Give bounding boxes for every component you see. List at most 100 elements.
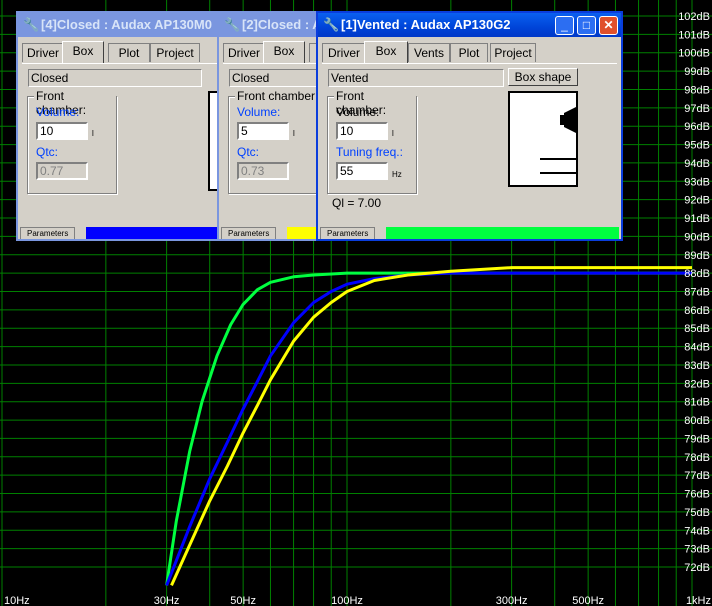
tab-box[interactable]: Box [364, 41, 408, 63]
front-chamber-group: Front chamber: Volume: 5 l Qtc: 0.73 [228, 89, 325, 194]
window-title: [1]Vented : Audax AP130G2 [341, 17, 511, 32]
y-tick-label: 84dB [684, 342, 710, 354]
tab-plot[interactable]: Plot [450, 43, 488, 62]
y-tick-label: 92dB [684, 195, 710, 207]
wrench-icon: 🔧 [323, 17, 340, 32]
y-tick-label: 99dB [684, 66, 710, 78]
y-tick-label: 79dB [684, 433, 710, 445]
box-type-field: Closed [229, 69, 325, 87]
tuning-freq-input[interactable]: 55 [336, 162, 388, 180]
minimize-icon[interactable]: _ [555, 16, 574, 35]
y-tick-label: 87dB [684, 287, 710, 299]
y-tick-label: 73dB [684, 544, 710, 556]
y-tick-label: 75dB [684, 507, 710, 519]
status-bar: Parameters [320, 227, 619, 239]
window-titlebar[interactable]: 🔧[2]Closed : Audax AP130M0 [219, 13, 325, 37]
y-tick-label: 100dB [678, 48, 710, 60]
volume-input[interactable]: 10 [336, 122, 388, 140]
tuning-freq-unit: Hz [392, 170, 402, 179]
x-tick-label: 1kHz [686, 595, 711, 606]
box-type-field: Closed [28, 69, 202, 87]
window-titlebar[interactable]: 🔧 [4]Closed : Audax AP130M0 [18, 13, 236, 37]
qtc-input: 0.73 [237, 162, 289, 180]
y-tick-label: 88dB [684, 268, 710, 280]
window-title: [2]Closed : Audax AP130M0 [242, 17, 325, 32]
y-tick-label: 72dB [684, 562, 710, 574]
tab-project[interactable]: Project [490, 43, 536, 62]
y-tick-label: 94dB [684, 158, 710, 170]
y-tick-label: 102dB [678, 11, 710, 23]
maximize-icon[interactable]: □ [577, 16, 596, 35]
x-tick-label: 100Hz [331, 595, 363, 606]
series-color-indicator [86, 227, 234, 239]
y-tick-label: 101dB [678, 29, 710, 41]
front-chamber-group: Front chamber: Volume: 10 l Tuning freq.… [327, 89, 417, 194]
box-window-2[interactable]: 🔧[2]Closed : Audax AP130M0 Driver Box Pl… [217, 11, 327, 241]
tab-plot[interactable]: Plot [108, 43, 150, 62]
x-axis-labels: 10Hz 30Hz 50Hz 100Hz 300Hz 500Hz 1kHz [4, 595, 711, 606]
y-tick-label: 91dB [684, 213, 710, 225]
x-tick-label: 50Hz [230, 595, 256, 606]
tab-driver[interactable]: Driver [223, 43, 265, 62]
y-tick-label: 83dB [684, 360, 710, 372]
y-tick-label: 80dB [684, 415, 710, 427]
box-window-1[interactable]: 🔧 [1]Vented : Audax AP130G2 _ □ ✕ Driver … [316, 11, 623, 241]
box-type-field: Vented [328, 69, 504, 87]
y-tick-label: 98dB [684, 84, 710, 96]
tab-driver[interactable]: Driver [322, 43, 366, 62]
volume-label: Volume: [237, 105, 281, 119]
volume-input[interactable]: 10 [36, 122, 88, 140]
status-label: Parameters [20, 227, 76, 239]
qtc-label: Qtc: [36, 145, 59, 159]
volume-unit: l [92, 129, 94, 138]
box-shape-preview [508, 91, 578, 187]
y-tick-label: 95dB [684, 140, 710, 152]
y-tick-label: 81dB [684, 397, 710, 409]
y-tick-label: 93dB [684, 176, 710, 188]
panel-divider [322, 63, 617, 64]
window-titlebar[interactable]: 🔧 [1]Vented : Audax AP130G2 [318, 13, 621, 37]
panel-divider [22, 63, 232, 64]
y-tick-label: 96dB [684, 121, 710, 133]
y-tick-label: 89dB [684, 250, 710, 262]
series-line-3 [170, 266, 692, 587]
box-shape-button[interactable]: Box shape [508, 68, 578, 86]
qtc-input: 0.77 [36, 162, 88, 180]
volume-label: Volume: [336, 105, 380, 119]
x-tick-label: 500Hz [572, 595, 604, 606]
y-tick-label: 85dB [684, 323, 710, 335]
box-window-4[interactable]: 🔧 [4]Closed : Audax AP130M0 Driver Box Pl… [16, 11, 238, 241]
volume-input[interactable]: 5 [237, 122, 289, 140]
qtc-label: Qtc: [237, 145, 260, 159]
volume-unit: l [392, 129, 394, 138]
tab-vents[interactable]: Vents [408, 43, 450, 62]
y-tick-label: 97dB [684, 103, 710, 115]
tuning-freq-label: Tuning freq.: [336, 145, 403, 159]
x-tick-label: 30Hz [154, 595, 180, 606]
volume-label: Volume: [36, 105, 80, 119]
y-tick-label: 76dB [684, 489, 710, 501]
speaker-driver-icon [540, 107, 576, 174]
y-tick-label: 78dB [684, 452, 710, 464]
chart-series [165, 266, 692, 587]
series-color-indicator [386, 227, 619, 239]
y-tick-label: 86dB [684, 305, 710, 317]
ql-readout: Ql = 7.00 [332, 196, 382, 210]
status-bar: Parameters [20, 227, 234, 239]
x-tick-label: 10Hz [4, 595, 30, 606]
tab-project[interactable]: Project [150, 43, 200, 62]
tab-box[interactable]: Box [263, 41, 305, 63]
tab-driver[interactable]: Driver [22, 43, 64, 62]
status-label: Parameters [221, 227, 277, 239]
panel-divider [223, 63, 321, 64]
y-tick-label: 90dB [684, 231, 710, 243]
group-label: Front chamber: [235, 89, 321, 103]
y-tick-label: 74dB [684, 525, 710, 537]
status-bar: Parameters [221, 227, 323, 239]
wrench-icon: 🔧 [23, 17, 40, 32]
status-label: Parameters [320, 227, 376, 239]
volume-unit: l [293, 129, 295, 138]
tab-box[interactable]: Box [62, 41, 104, 63]
close-icon[interactable]: ✕ [599, 16, 618, 35]
x-tick-label: 300Hz [496, 595, 528, 606]
